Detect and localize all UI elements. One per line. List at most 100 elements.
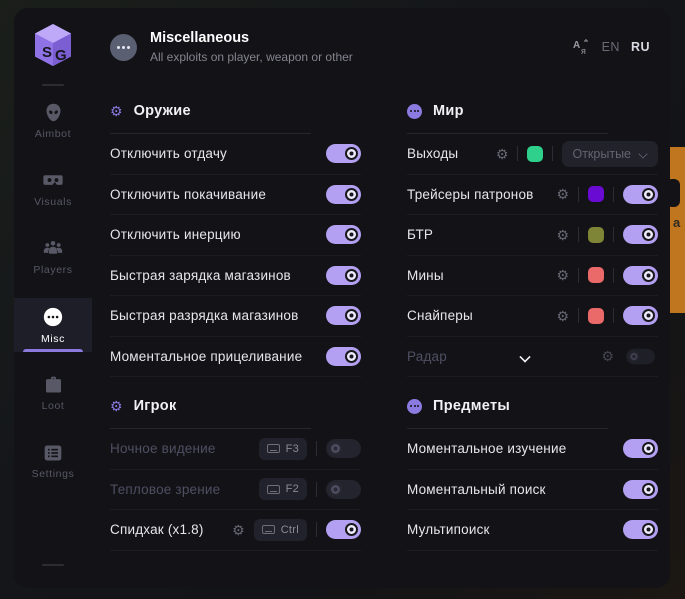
section-title: Мир bbox=[433, 103, 464, 119]
translate-icon: A я bbox=[572, 38, 591, 56]
feature-label: Отключить инерцию bbox=[110, 227, 241, 242]
toggle-switch[interactable] bbox=[326, 266, 361, 285]
svg-text:G: G bbox=[55, 47, 67, 64]
row-settings-gear-icon[interactable]: ⚙ bbox=[556, 268, 569, 282]
toggle-switch[interactable] bbox=[623, 225, 658, 244]
svg-text:A: A bbox=[573, 40, 580, 51]
row-settings-gear-icon[interactable]: ⚙ bbox=[556, 309, 569, 323]
page-subtitle: All exploits on player, weapon or other bbox=[150, 50, 353, 64]
keyboard-icon bbox=[267, 485, 280, 494]
toggle-knob bbox=[345, 309, 358, 322]
sidebar-divider-top bbox=[42, 84, 64, 86]
feature-label: БТР bbox=[407, 227, 433, 242]
toggle-knob bbox=[345, 188, 358, 201]
toggle-knob bbox=[642, 188, 655, 201]
feature-label: Выходы bbox=[407, 146, 458, 161]
toggle-switch[interactable] bbox=[623, 480, 658, 499]
chevron-down-icon[interactable] bbox=[520, 347, 529, 365]
feature-row: Отключить покачивание bbox=[110, 175, 361, 216]
toggle-switch[interactable] bbox=[326, 144, 361, 163]
toggle-switch[interactable] bbox=[326, 439, 361, 458]
toggle-switch[interactable] bbox=[623, 185, 658, 204]
header: Miscellaneous All exploits on player, we… bbox=[92, 8, 670, 86]
color-swatch[interactable] bbox=[527, 146, 543, 162]
section-gear-icon: ⚙ bbox=[110, 399, 123, 413]
toggle-switch[interactable] bbox=[326, 306, 361, 325]
feature-row: Моментальное изучение bbox=[407, 429, 658, 470]
sidebar-item-label: Aimbot bbox=[35, 128, 71, 140]
feature-row: Тепловое зрение F2 bbox=[110, 470, 361, 511]
sidebar-item-visuals[interactable]: Visuals bbox=[14, 162, 92, 216]
row-controls: ⚙ Ctrl bbox=[232, 519, 361, 541]
toggle-switch[interactable] bbox=[326, 480, 361, 499]
toggle-switch[interactable] bbox=[326, 347, 361, 366]
section-header: Мир bbox=[407, 98, 658, 124]
toggle-switch[interactable] bbox=[326, 185, 361, 204]
section-header: ⚙Игрок bbox=[110, 393, 361, 419]
toggle-switch[interactable] bbox=[623, 306, 658, 325]
control-divider bbox=[613, 187, 614, 202]
toggle-knob bbox=[345, 269, 358, 282]
feature-row: Трейсеры патронов ⚙ bbox=[407, 175, 658, 216]
color-swatch[interactable] bbox=[588, 186, 604, 202]
row-settings-gear-icon[interactable]: ⚙ bbox=[601, 349, 614, 363]
toggle-switch[interactable] bbox=[623, 266, 658, 285]
main-content: ⚙ОружиеОтключить отдачуОтключить покачив… bbox=[92, 98, 658, 588]
sidebar-item-players[interactable]: Players bbox=[14, 230, 92, 284]
feature-label: Моментальное изучение bbox=[407, 441, 566, 456]
sidebar-item-aimbot[interactable]: Aimbot bbox=[14, 94, 92, 148]
feature-row: Радар ⚙ bbox=[407, 337, 658, 378]
toggle-switch[interactable] bbox=[623, 520, 658, 539]
user-avatar[interactable] bbox=[110, 34, 137, 61]
list-icon bbox=[43, 443, 63, 463]
keybind-badge[interactable]: F3 bbox=[259, 438, 307, 460]
toggle-knob bbox=[329, 442, 342, 455]
color-swatch[interactable] bbox=[588, 267, 604, 283]
section-title: Предметы bbox=[433, 398, 510, 414]
lang-en-button[interactable]: EN bbox=[602, 40, 620, 54]
toggle-knob bbox=[329, 483, 342, 496]
feature-row: Быстрая разрядка магазинов bbox=[110, 296, 361, 337]
toggle-switch[interactable] bbox=[626, 348, 655, 364]
row-controls: F2 bbox=[259, 478, 361, 500]
row-controls: ⚙ bbox=[556, 185, 658, 204]
toggle-switch[interactable] bbox=[623, 439, 658, 458]
lang-ru-button[interactable]: RU bbox=[631, 40, 650, 54]
control-divider bbox=[613, 308, 614, 323]
row-middle bbox=[447, 347, 601, 365]
control-divider bbox=[316, 441, 317, 456]
feature-label: Трейсеры патронов bbox=[407, 187, 534, 202]
section-Мир: Мир Выходы ⚙ Открытые Трейсеры патронов ⚙ БТР ⚙… bbox=[407, 98, 658, 377]
section-dots-icon bbox=[407, 104, 422, 119]
dropdown-select[interactable]: Открытые bbox=[562, 141, 658, 167]
control-divider bbox=[552, 146, 553, 161]
color-swatch[interactable] bbox=[588, 308, 604, 324]
background-game-letter: a bbox=[673, 215, 680, 230]
feature-row: Ночное видениеF3 bbox=[110, 429, 361, 470]
control-divider bbox=[578, 308, 579, 323]
toggle-switch[interactable] bbox=[326, 520, 361, 539]
section-Оружие: ⚙ОружиеОтключить отдачуОтключить покачив… bbox=[110, 98, 361, 377]
keyboard-icon bbox=[262, 525, 275, 534]
feature-row: Спидхак (x1.8)⚙Ctrl bbox=[110, 510, 361, 551]
sidebar-item-settings[interactable]: Settings bbox=[14, 434, 92, 488]
row-settings-gear-icon[interactable]: ⚙ bbox=[556, 228, 569, 242]
keybind-badge[interactable]: Ctrl bbox=[254, 519, 307, 541]
keyboard-icon bbox=[267, 444, 280, 453]
svg-text:я: я bbox=[581, 46, 586, 56]
dots-icon bbox=[42, 306, 64, 328]
feature-label: Радар bbox=[407, 349, 447, 364]
control-divider bbox=[316, 522, 317, 537]
keybind-badge[interactable]: F2 bbox=[259, 478, 307, 500]
row-settings-gear-icon[interactable]: ⚙ bbox=[556, 187, 569, 201]
toggle-switch[interactable] bbox=[326, 225, 361, 244]
sidebar-item-loot[interactable]: Loot bbox=[14, 366, 92, 420]
feature-row: Моментальное прицеливание bbox=[110, 337, 361, 378]
color-swatch[interactable] bbox=[588, 227, 604, 243]
row-settings-gear-icon[interactable]: ⚙ bbox=[496, 147, 509, 161]
row-settings-gear-icon[interactable]: ⚙ bbox=[232, 523, 245, 537]
feature-row: Выходы ⚙ Открытые bbox=[407, 134, 658, 175]
sidebar-item-misc[interactable]: Misc bbox=[14, 298, 92, 352]
players-icon bbox=[42, 238, 64, 259]
feature-label: Тепловое зрение bbox=[110, 482, 220, 497]
